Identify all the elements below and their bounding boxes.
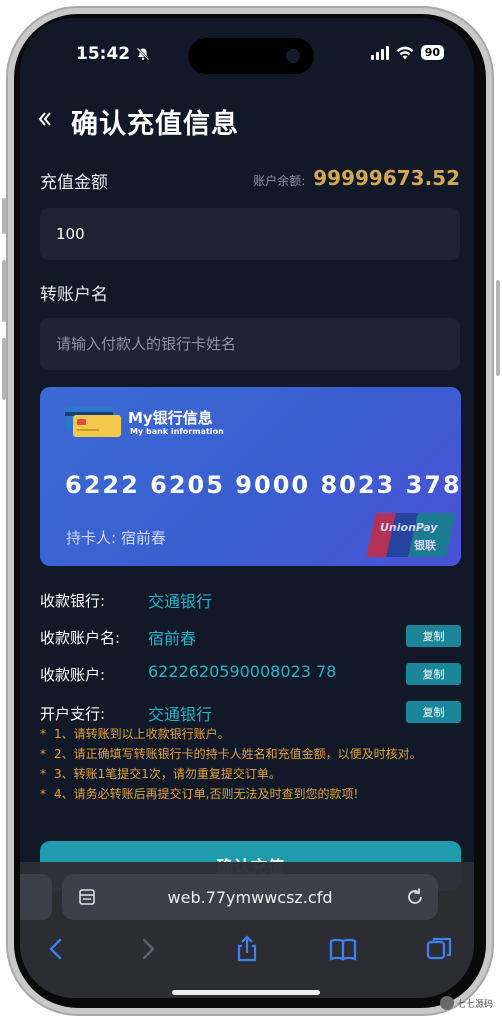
copy-name-button[interactable]: 复制 xyxy=(406,625,461,647)
bank-card-icon xyxy=(65,407,121,437)
battery-level: 90 xyxy=(424,46,440,59)
back-button[interactable] xyxy=(38,106,52,134)
previous-tab-preview[interactable] xyxy=(20,874,52,920)
note-text: 1、请转账到以上收款银行账户。 xyxy=(54,727,230,741)
receiver-account-value: 6222620590008023 78 xyxy=(148,662,337,681)
cellular-signal-icon xyxy=(370,45,389,60)
address-bar[interactable]: web.77ymwwcsz.cfd xyxy=(62,874,438,920)
card-title: My银行信息 xyxy=(128,409,213,427)
receiver-bank-label: 收款银行: xyxy=(40,592,106,610)
note-item: * 3、转账1笔提交1次，请勿重复提交订单。 xyxy=(40,767,281,781)
transfer-name-label: 转账户名 xyxy=(40,285,108,305)
status-time: 15:42 xyxy=(76,44,150,64)
page-title: 确认充值信息 xyxy=(71,109,239,140)
note-item: * 2、请正确填写转账银行卡的持卡人姓名和充值金额，以便及时核对。 xyxy=(40,747,422,761)
battery-icon: 90 xyxy=(420,45,444,60)
copy-account-button[interactable]: 复制 xyxy=(406,663,461,685)
url-text: web.77ymwwcsz.cfd xyxy=(167,887,333,907)
watermark-logo-icon xyxy=(440,996,454,1010)
card-number: 6222 6205 9000 8023 378 xyxy=(65,471,461,499)
receiver-name-value: 宿前春 xyxy=(148,629,197,648)
status-bar: 15:42 90 xyxy=(20,18,474,76)
svg-text:UnionPay: UnionPay xyxy=(380,521,438,534)
amount-label: 充值金额 xyxy=(40,173,108,193)
action-button xyxy=(2,198,6,234)
receiver-name-label: 收款账户名: xyxy=(40,629,121,647)
bank-card: My银行信息 My bank information 6222 6205 900… xyxy=(40,387,461,566)
note-item: * 4、请务必转账后再提交订单,否则无法及时查到您的款项! xyxy=(40,787,359,801)
home-indicator[interactable] xyxy=(172,990,320,995)
watermark: 七七源码 xyxy=(440,996,493,1010)
receiver-account-label: 收款账户: xyxy=(40,666,106,684)
balance-value: 99999673.52 xyxy=(313,166,460,190)
card-subtitle: My bank information xyxy=(130,427,224,436)
screen: 15:42 90 确认充值信息 充值金额 账户余额: 99999673.52 1… xyxy=(20,18,474,998)
bell-slash-icon xyxy=(136,47,150,61)
watermark-text: 七七源码 xyxy=(457,999,494,1010)
tabs-icon[interactable] xyxy=(424,934,454,964)
chevron-double-left-icon xyxy=(38,112,51,126)
copy-branch-button[interactable]: 复制 xyxy=(406,701,461,723)
dynamic-island xyxy=(188,38,314,74)
share-icon[interactable] xyxy=(232,934,262,964)
back-arrow-icon[interactable] xyxy=(42,934,72,964)
note-text: 3、转账1笔提交1次，请勿重复提交订单。 xyxy=(54,767,281,781)
forward-arrow-icon[interactable] xyxy=(132,934,162,964)
volume-up-button xyxy=(2,260,6,322)
reload-icon[interactable] xyxy=(404,886,426,908)
bookmarks-icon[interactable] xyxy=(328,934,358,964)
receiver-branch-value: 交通银行 xyxy=(148,705,213,724)
page-header: 确认充值信息 xyxy=(20,100,474,140)
note-text: 4、请务必转账后再提交订单,否则无法及时查到您的款项! xyxy=(54,787,359,801)
balance-display: 账户余额: 99999673.52 xyxy=(253,166,460,190)
card-holder: 持卡人: 宿前春 xyxy=(66,529,166,547)
volume-down-button xyxy=(2,338,6,400)
note-item: * 1、请转账到以上收款银行账户。 xyxy=(40,727,230,741)
unionpay-logo-icon: UnionPay 银联 xyxy=(366,513,456,557)
status-icons: 90 xyxy=(370,45,444,60)
browser-toolbar: web.77ymwwcsz.cfd xyxy=(20,862,474,998)
receiver-branch-label: 开户支行: xyxy=(40,705,106,723)
receiver-bank-value: 交通银行 xyxy=(148,592,213,611)
amount-input[interactable] xyxy=(40,208,460,260)
wifi-icon xyxy=(396,46,414,59)
power-button xyxy=(496,280,500,376)
time-text: 15:42 xyxy=(76,44,131,64)
balance-label: 账户余额: xyxy=(253,174,306,188)
svg-text:银联: 银联 xyxy=(414,538,436,552)
page-menu-icon[interactable] xyxy=(78,888,96,906)
transfer-name-input[interactable] xyxy=(40,318,460,370)
notes-list: * 1、请转账到以上收款银行账户。 * 2、请正确填写转账银行卡的持卡人姓名和充值金… xyxy=(40,724,464,804)
note-text: 2、请正确填写转账银行卡的持卡人姓名和充值金额，以便及时核对。 xyxy=(54,747,422,761)
